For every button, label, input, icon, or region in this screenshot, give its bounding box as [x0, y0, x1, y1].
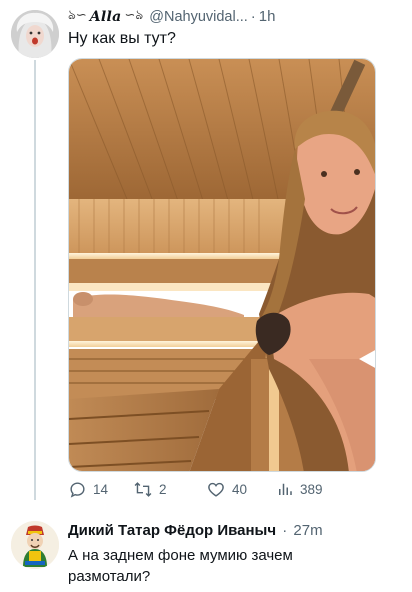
avatar-image-icon [11, 10, 59, 58]
views-chart-icon [279, 483, 292, 495]
retweet-count: 2 [159, 482, 167, 497]
reply-avatar[interactable] [11, 521, 59, 569]
handle[interactable]: @Nahyuvidal... [149, 9, 248, 25]
heart-icon [208, 482, 224, 497]
separator: · [250, 8, 256, 25]
reply-icon [70, 482, 85, 498]
reply-avatar-image-icon [11, 521, 59, 569]
views-count: 389 [300, 481, 323, 497]
flourish-icon: ঌ∽ [68, 7, 87, 22]
flourish-icon: ∽ঌ [124, 7, 144, 22]
reply-action[interactable]: 14 [68, 480, 108, 499]
display-name[interactable]: Alla [90, 9, 122, 25]
tweet-header: ঌ∽ Alla ∽ঌ @Nahyuvidal... · 1h [68, 6, 275, 27]
retweet-action[interactable]: 2 [133, 480, 167, 499]
like-action[interactable]: 40 [206, 480, 247, 499]
tweet-photo[interactable] [68, 58, 376, 472]
timestamp[interactable]: 1h [259, 8, 276, 25]
views-action[interactable]: 389 [276, 480, 323, 498]
reply-header: Дикий Татар Фёдор Иваныч · 27m [68, 522, 323, 539]
tweet-text: Ну как вы тут? [68, 30, 176, 47]
reply-count: 14 [93, 482, 109, 497]
sauna-photo-image [69, 59, 375, 471]
like-count: 40 [232, 482, 248, 497]
reply-display-name[interactable]: Дикий Татар Фёдор Иваныч [68, 522, 276, 539]
retweet-icon [134, 482, 152, 497]
thread-line [34, 60, 36, 500]
reply-separator: · [282, 522, 288, 539]
avatar[interactable] [11, 10, 59, 58]
tweet-actions: 14 2 40 389 [68, 480, 368, 500]
reply-text: А на заднем фоне мумию зачем размотали? [68, 547, 293, 585]
reply-timestamp[interactable]: 27m [293, 522, 322, 539]
